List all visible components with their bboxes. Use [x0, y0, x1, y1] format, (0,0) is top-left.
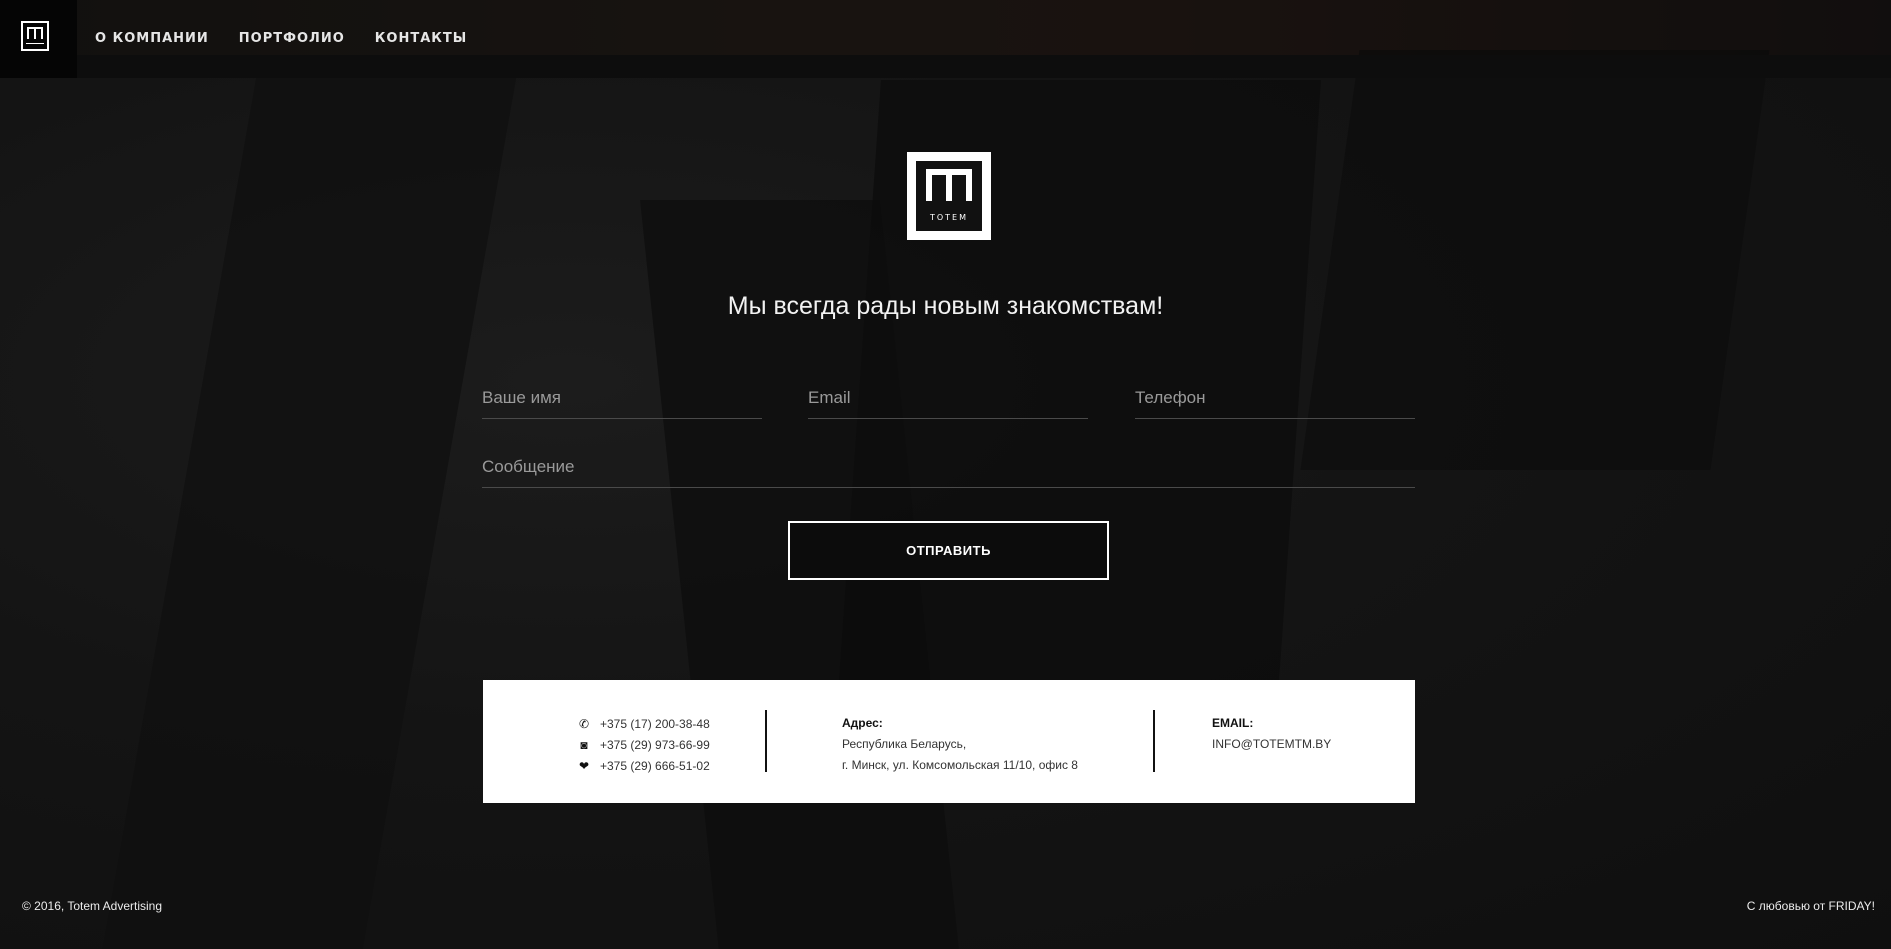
- header-strip: [0, 55, 1891, 78]
- site-header: О КОМПАНИИ ПОРТФОЛИО КОНТАКТЫ: [0, 0, 1891, 78]
- phone-number[interactable]: +375 (29) 973-66-99: [600, 738, 710, 752]
- background-shape: [100, 60, 520, 949]
- credit: С любовью от FRIDAY!: [1747, 899, 1875, 913]
- logo-wordmark: TOTEM: [929, 213, 969, 222]
- list-item: ◙ +375 (29) 973-66-99: [576, 734, 710, 755]
- nav-item-contacts[interactable]: КОНТАКТЫ: [375, 31, 467, 46]
- submit-button[interactable]: ОТПРАВИТЬ: [788, 521, 1109, 580]
- copyright: © 2016, Totem Advertising: [22, 899, 163, 913]
- main-nav: О КОМПАНИИ ПОРТФОЛИО КОНТАКТЫ: [95, 31, 467, 46]
- address-block: Адрес: Республика Беларусь, г. Минск, ул…: [842, 713, 1078, 776]
- phone-number[interactable]: +375 (17) 200-38-48: [600, 717, 710, 731]
- phone-icon: ✆: [578, 716, 590, 731]
- email-label: EMAIL:: [1212, 716, 1254, 730]
- contacts-card: ✆ +375 (17) 200-38-48 ◙ +375 (29) 973-66…: [483, 680, 1415, 803]
- list-item: ❤ +375 (29) 666-51-02: [576, 755, 710, 776]
- email-field[interactable]: [808, 378, 1088, 419]
- totem-logo-icon: [926, 169, 972, 201]
- phone-field[interactable]: [1135, 378, 1415, 419]
- message-field[interactable]: [482, 447, 1415, 488]
- page: О КОМПАНИИ ПОРТФОЛИО КОНТАКТЫ TOTEM Мы в…: [0, 0, 1891, 949]
- hero-logo: TOTEM: [907, 152, 991, 240]
- totem-logo-icon: [21, 21, 49, 51]
- email-block: EMAIL: INFO@TOTEMTM.BY: [1212, 713, 1331, 755]
- credit-link[interactable]: С любовью от FRIDAY!: [1747, 899, 1875, 913]
- divider: [1153, 710, 1155, 772]
- velcom-icon: ◙: [580, 737, 588, 752]
- nav-item-portfolio[interactable]: ПОРТФОЛИО: [239, 31, 345, 46]
- divider: [765, 710, 767, 772]
- mts-icon: ❤: [578, 758, 590, 773]
- phone-number[interactable]: +375 (29) 666-51-02: [600, 759, 710, 773]
- address-line: г. Минск, ул. Комсомольская 11/10, офис …: [842, 758, 1078, 772]
- phone-list: ✆ +375 (17) 200-38-48 ◙ +375 (29) 973-66…: [576, 713, 710, 776]
- page-title: Мы всегда рады новым знакомствам!: [727, 292, 1164, 320]
- nav-item-about[interactable]: О КОМПАНИИ: [95, 31, 209, 46]
- header-logo[interactable]: [0, 0, 77, 78]
- email-link[interactable]: INFO@TOTEMTM.BY: [1212, 737, 1331, 751]
- address-label: Адрес:: [842, 716, 883, 730]
- name-field[interactable]: [482, 378, 762, 419]
- address-line: Республика Беларусь,: [842, 737, 967, 751]
- list-item: ✆ +375 (17) 200-38-48: [576, 713, 710, 734]
